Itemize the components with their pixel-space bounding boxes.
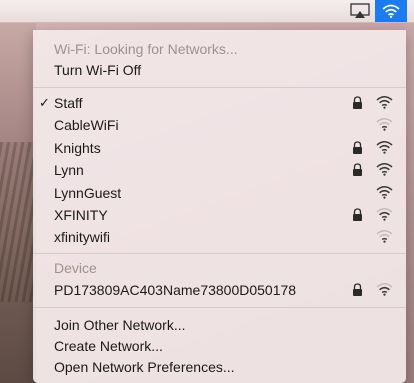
wifi-signal-icon [376,140,393,154]
menu-bar [0,0,414,23]
network-name: CableWiFi [54,117,119,134]
create-network-label: Create Network... [54,338,163,354]
wifi-signal-icon [376,230,393,244]
turn-wifi-off-item[interactable]: Turn Wi-Fi Off [33,60,406,80]
separator [33,307,406,308]
checkmark-icon: ✓ [39,95,50,110]
create-network-item[interactable]: Create Network... [33,336,406,356]
device-header: Device [54,260,97,276]
network-name: LynnGuest [54,184,122,201]
network-item[interactable]: Knights [33,138,406,158]
open-network-preferences-item[interactable]: Open Network Preferences... [33,357,406,377]
lock-icon [353,163,362,177]
network-name: Staff [54,95,83,111]
desktop-wallpaper-right [406,22,414,383]
network-name: XFINITY [54,207,108,223]
network-item[interactable]: xfinitywifi [33,227,406,247]
wifi-signal-icon [376,96,393,109]
join-other-network-label: Join Other Network... [54,317,186,333]
desktop-wallpaper-left [0,22,36,383]
device-network-name: PD173809AC403Name73800D050178 [54,282,297,298]
wifi-signal-icon [376,208,393,221]
device-header-row: Device [33,258,406,278]
wifi-signal-icon [376,283,393,296]
wifi-status-text: Wi-Fi: Looking for Networks... [54,41,238,57]
lock-icon [353,283,362,296]
network-item[interactable]: LynnGuest [33,183,406,203]
separator [33,253,406,254]
lock-icon [353,96,362,109]
separator [33,87,406,88]
lock-icon [353,208,362,221]
turn-wifi-off-label: Turn Wi-Fi Off [54,62,142,78]
airplay-icon[interactable] [349,3,371,19]
device-network-item[interactable]: PD173809AC403Name73800D050178 [33,280,406,300]
wifi-icon [382,4,400,18]
wifi-status-icon[interactable] [375,0,407,22]
wifi-signal-icon [376,185,393,199]
network-item[interactable]: XFINITY [33,205,406,225]
wifi-signal-icon [376,118,393,132]
wifi-signal-icon [376,163,393,176]
network-name: Knights [54,139,101,156]
network-item[interactable]: ✓ Staff [33,93,406,113]
network-name: Lynn [54,162,84,179]
network-item[interactable]: Lynn [33,160,406,180]
wifi-menu: Wi-Fi: Looking for Networks... Turn Wi-F… [33,30,406,383]
wifi-status-row: Wi-Fi: Looking for Networks... [33,39,406,59]
network-name: xfinitywifi [54,229,111,246]
open-network-preferences-label: Open Network Preferences... [54,359,235,375]
network-item[interactable]: CableWiFi [33,115,406,135]
join-other-network-item[interactable]: Join Other Network... [33,315,406,335]
lock-icon [353,141,362,154]
